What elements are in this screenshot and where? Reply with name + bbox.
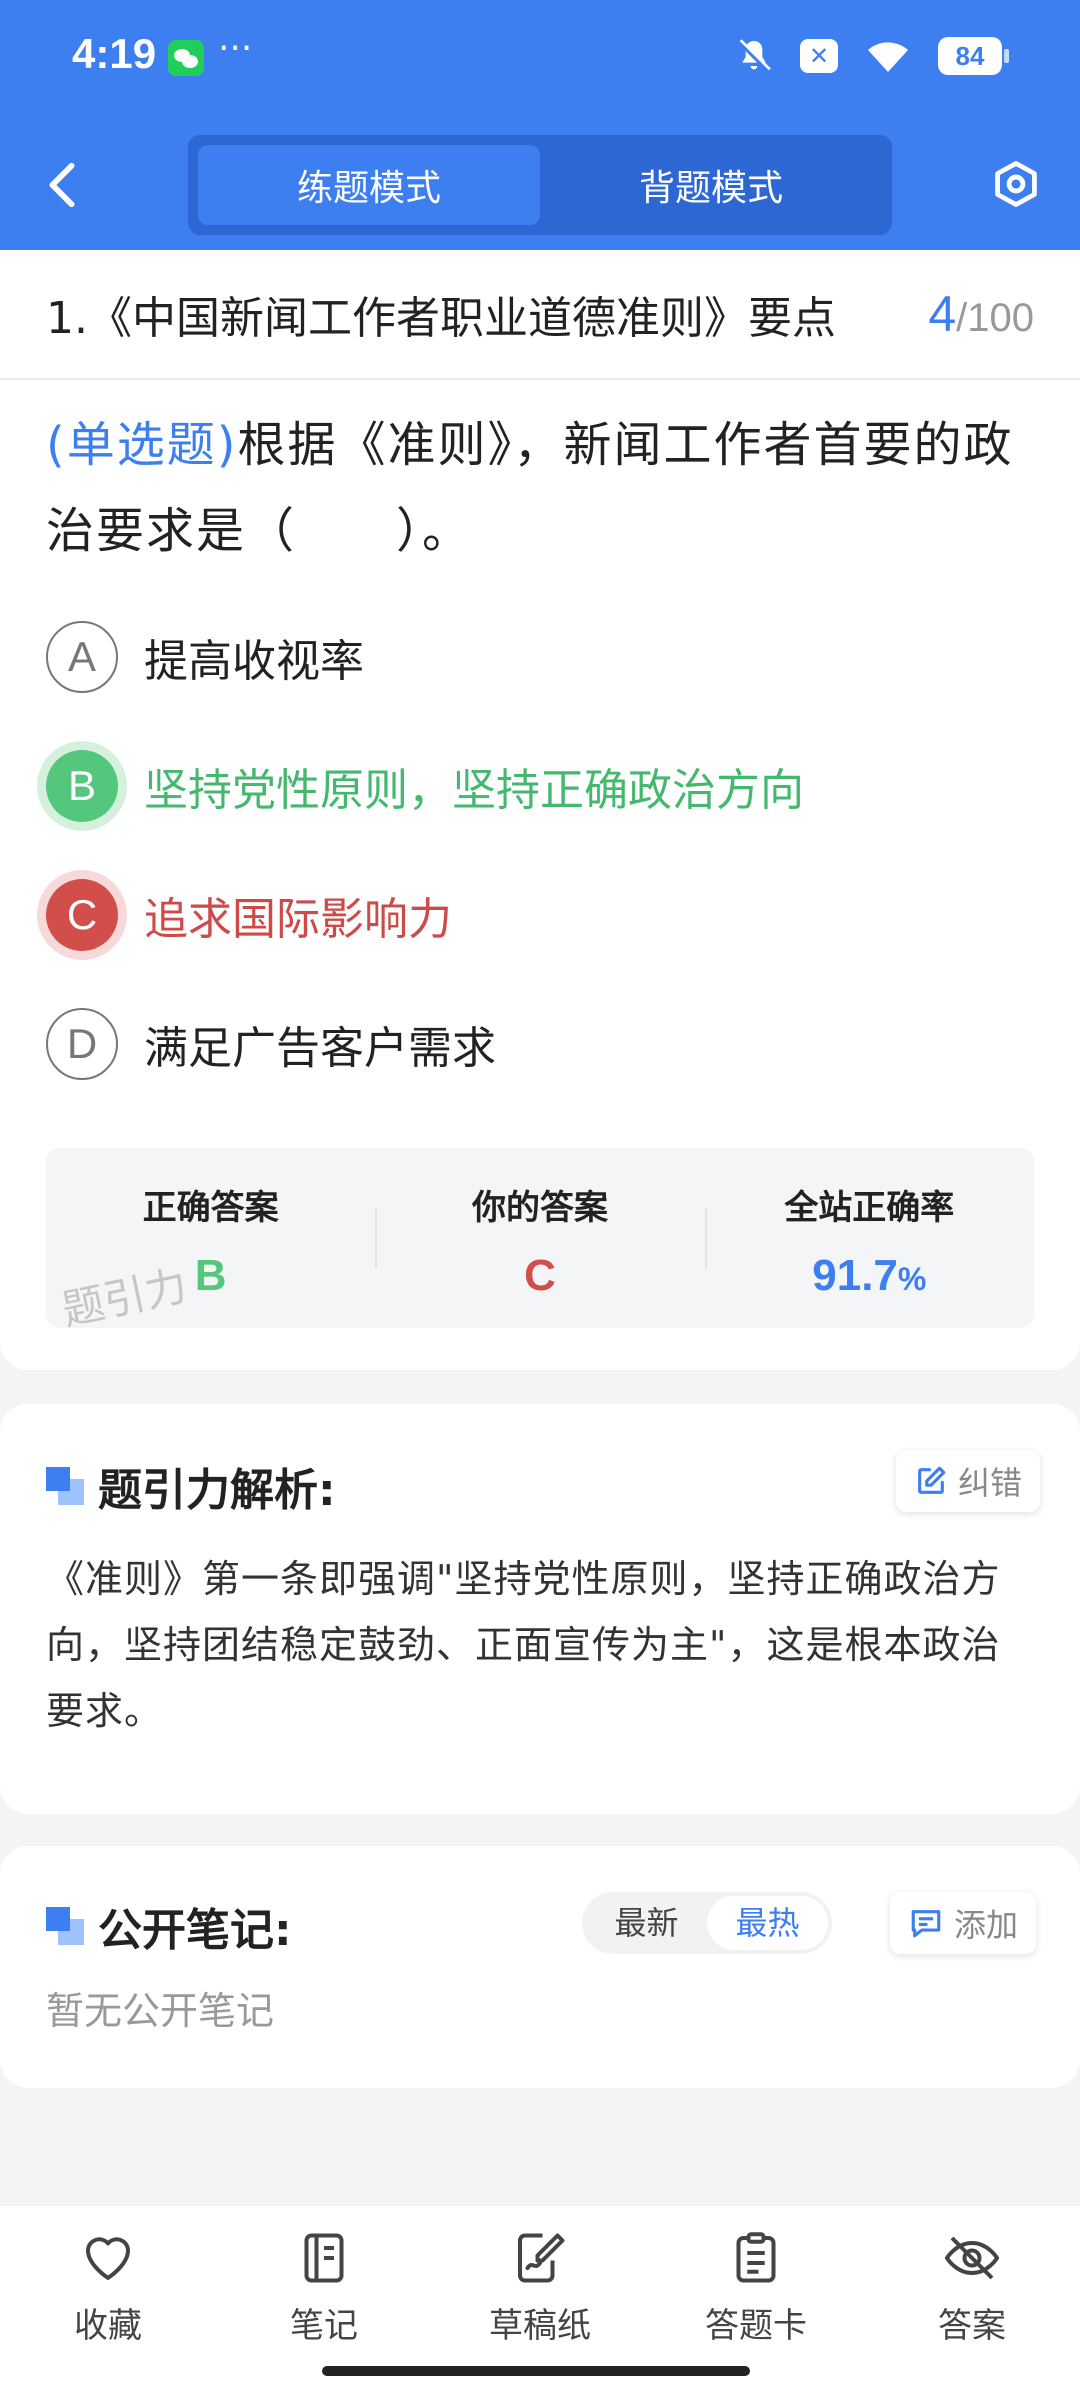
nav-label: 笔记	[290, 2306, 358, 2346]
analysis-title: 题引力解析:	[98, 1465, 336, 1516]
accuracy-label: 全站正确率	[784, 1188, 955, 1228]
nav-label: 草稿纸	[489, 2306, 591, 2346]
more-notifications-icon: ···	[218, 28, 253, 69]
back-arrow-icon[interactable]	[42, 160, 82, 210]
your-answer-label: 你的答案	[471, 1188, 608, 1228]
nav-answer[interactable]: 答案	[864, 2206, 1080, 2400]
mode-segmented-control: 练题模式 背题模式	[188, 135, 892, 235]
add-note-label: 添加	[954, 1906, 1019, 1944]
home-indicator[interactable]	[322, 2366, 750, 2376]
close-badge-icon: ✕	[800, 39, 838, 73]
report-error-label: 纠错	[958, 1464, 1023, 1502]
report-error-button[interactable]: 纠错	[896, 1450, 1041, 1512]
add-note-button[interactable]: 添加	[890, 1892, 1037, 1954]
option-c[interactable]: C 追求国际影响力	[46, 850, 1034, 979]
tab-recite-mode[interactable]: 背题模式	[540, 145, 882, 225]
correct-answer-label: 正确答案	[142, 1188, 279, 1228]
nav-label: 答题卡	[705, 2306, 807, 2346]
sort-hottest[interactable]: 最热	[707, 1896, 828, 1950]
accuracy-value: 91.7%	[705, 1251, 1034, 1301]
option-letter-bubble: A	[46, 620, 118, 693]
section-squares-icon	[46, 1467, 84, 1505]
wechat-notification-icon	[168, 40, 204, 76]
wifi-icon	[868, 42, 908, 72]
chapter-title: 1.《中国新闻工作者职业道德准则》要点	[46, 293, 836, 344]
analysis-header: 题引力解析:	[46, 1454, 336, 1518]
answer-options: A 提高收视率 B 坚持党性原则，坚持正确政治方向 C 追求国际影响力 D 满足…	[0, 592, 1080, 1108]
comment-add-icon	[911, 1910, 941, 1938]
heart-icon	[86, 2237, 130, 2280]
your-answer-value: C	[524, 1251, 556, 1300]
status-time: 4:19	[72, 30, 157, 77]
option-text: 满足广告客户需求	[144, 1022, 496, 1074]
section-squares-icon	[46, 1907, 84, 1945]
eye-off-icon	[944, 2236, 1000, 2280]
nav-label: 收藏	[74, 2306, 142, 2346]
battery-icon: 84	[938, 37, 1009, 75]
option-b[interactable]: B 坚持党性原则，坚持正确政治方向	[46, 721, 1034, 850]
option-text: 坚持党性原则，坚持正确政治方向	[144, 764, 804, 816]
tab-practice-mode[interactable]: 练题模式	[198, 145, 540, 225]
answer-summary: 正确答案 B 题引力 你的答案 C 全站正确率 91.7%	[46, 1148, 1034, 1335]
notes-header: 公开笔记:	[46, 1894, 292, 1958]
settings-hexagon-icon[interactable]	[990, 158, 1042, 210]
top-header: 4:19 ··· ✕ 84 练题模式 背题模式	[0, 0, 1080, 250]
empty-notes-text: 暂无公开笔记	[46, 1989, 275, 2033]
total-question-count: 100	[967, 296, 1034, 340]
accuracy-block: 全站正确率 91.7%	[704, 1148, 1034, 1328]
notes-sort-toggle: 最新 最热	[582, 1892, 832, 1954]
accuracy-number: 91.7	[812, 1251, 898, 1300]
question-card: 1.《中国新闻工作者职业道德准则》要点 4/100 (单选题)根据《准则》，新闻…	[0, 250, 1080, 1370]
accuracy-unit: %	[897, 1261, 927, 1297]
answer-card-icon	[736, 2232, 776, 2283]
nav-label: 答案	[938, 2306, 1006, 2346]
analysis-card: 题引力解析: 纠错 《准则》第一条即强调"坚持党性原则，坚持正确政治方向，坚持团…	[0, 1404, 1080, 1814]
draft-paper-icon	[518, 2233, 565, 2283]
notes-title: 公开笔记:	[98, 1905, 292, 1956]
option-letter-bubble: D	[46, 1007, 118, 1080]
question-titlebar: 1.《中国新闻工作者职业道德准则》要点 4/100	[0, 250, 1080, 380]
public-notes-card: 公开笔记: 最新 最热 添加 暂无公开笔记	[0, 1846, 1080, 2088]
current-question-number: 4	[928, 286, 957, 342]
question-type-label: (单选题)	[46, 417, 238, 473]
option-text: 提高收视率	[144, 635, 364, 687]
option-a[interactable]: A 提高收视率	[46, 592, 1034, 721]
counter-separator: /	[956, 296, 968, 340]
option-letter-bubble: B	[46, 749, 118, 822]
your-answer-block: 你的答案 C	[375, 1148, 704, 1328]
option-d[interactable]: D 满足广告客户需求	[46, 979, 1034, 1108]
mute-bell-icon	[737, 39, 771, 73]
question-counter[interactable]: 4/100	[928, 285, 1034, 343]
option-letter-bubble: C	[46, 878, 118, 951]
edit-pencil-icon	[918, 1466, 946, 1494]
nav-favorite[interactable]: 收藏	[0, 2206, 216, 2400]
notebook-icon	[304, 2233, 344, 2283]
question-text: (单选题)根据《准则》，新闻工作者首要的政治要求是（ ）。	[0, 380, 1080, 574]
correct-answer-block: 正确答案 B 题引力	[46, 1148, 375, 1335]
analysis-text: 《准则》第一条即强调"坚持党性原则，坚持正确政治方向，坚持团结稳定鼓劲、正面宣传…	[46, 1557, 1001, 1733]
sort-latest[interactable]: 最新	[586, 1896, 707, 1950]
option-text: 追求国际影响力	[144, 893, 452, 945]
status-bar: 4:19 ··· ✕ 84	[0, 0, 1080, 120]
